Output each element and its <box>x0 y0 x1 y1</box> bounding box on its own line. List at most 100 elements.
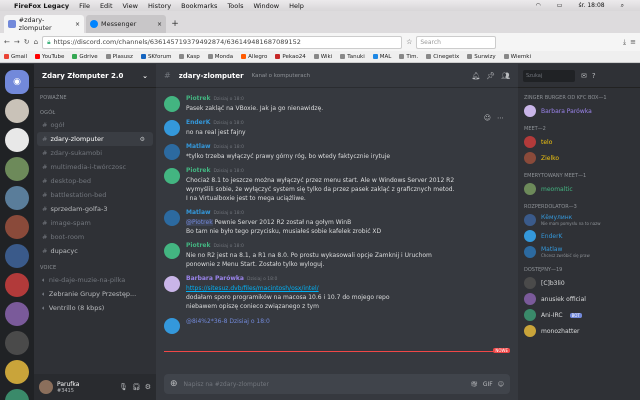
message-author[interactable]: Matlaw <box>186 143 211 150</box>
bookmark-item[interactable]: MAL <box>372 53 391 60</box>
menu-history[interactable]: History <box>148 2 171 10</box>
tab-messenger[interactable]: Messenger × <box>86 15 166 33</box>
server-icon[interactable] <box>5 99 29 123</box>
channel-item[interactable]: # desktop-bed <box>34 174 156 188</box>
bookmark-item[interactable]: YouTube <box>35 53 64 60</box>
voice-channel-item[interactable]: 🔈︎ nie-daje-muzie-na-pilka <box>34 273 156 287</box>
tab-discord[interactable]: #zdary-zlomputer × <box>4 15 84 33</box>
gift-icon[interactable]: 🎁︎ <box>470 381 478 388</box>
bookmark-item[interactable]: Tanuki <box>340 53 365 60</box>
bookmark-item[interactable]: Monda <box>207 53 233 60</box>
clock[interactable]: śr. 18:08 <box>578 2 604 10</box>
bookmark-item[interactable]: Kasp <box>179 53 200 60</box>
voice-channel-item[interactable]: 🔈︎ Zebranie Grupy Przestęp... <box>34 287 156 301</box>
server-icon[interactable] <box>5 128 29 152</box>
back-icon[interactable]: ← <box>4 38 10 46</box>
bookmark-item[interactable]: Wiemki <box>503 53 531 60</box>
message-author[interactable]: Barbara Parówka <box>186 275 244 282</box>
channel-item[interactable]: # battlestation-bed <box>34 188 156 202</box>
member-item[interactable]: Кёмулинк Nie mam pomysłu na to nazw <box>518 212 640 228</box>
message-author[interactable]: Piotrek <box>186 242 210 249</box>
message-author[interactable]: Piotrek <box>186 167 210 174</box>
notification-bell-icon[interactable]: 🔔︎ <box>471 72 480 80</box>
pin-icon[interactable]: 📌︎ <box>486 72 495 80</box>
message-author[interactable]: Matlaw <box>186 209 211 216</box>
server-header[interactable]: Zdary Złomputer 2.0 ⌄ <box>34 64 156 88</box>
upload-plus-icon[interactable]: ⊕ <box>170 379 178 389</box>
bookmark-item[interactable]: Plasusz <box>105 53 133 60</box>
url-field[interactable]: 🔒︎ https://discord.com/channels/63614571… <box>42 35 403 49</box>
category-ogol[interactable]: OGÓŁ <box>34 103 156 118</box>
avatar[interactable] <box>164 96 180 112</box>
menu-tools[interactable]: Tools <box>227 2 243 10</box>
settings-gear-icon[interactable]: ⚙ <box>140 136 145 143</box>
server-icon[interactable] <box>5 215 29 239</box>
close-tab-icon[interactable]: × <box>75 21 80 28</box>
message-author[interactable]: Piotrek <box>186 95 210 102</box>
avatar[interactable] <box>164 144 180 160</box>
bookmark-item[interactable]: Allegro <box>241 53 267 60</box>
channel-item[interactable]: # multimedia-i-twórczosc <box>34 160 156 174</box>
channel-item[interactable]: # ogół <box>34 118 156 132</box>
category-powazne[interactable]: POWAŻNE <box>34 88 156 103</box>
member-item[interactable]: Zielko <box>518 150 640 166</box>
menu-app[interactable]: FireFox Legacy <box>14 2 69 10</box>
member-item[interactable]: EnderK <box>518 228 640 244</box>
member-item[interactable]: Ani-IRC BOT <box>518 307 640 323</box>
battery-icon[interactable]: ▭ <box>557 2 563 10</box>
channel-item[interactable]: # zdary-sukamobi <box>34 146 156 160</box>
spotlight-icon[interactable]: ⌕ <box>621 2 624 10</box>
emoji-icon[interactable]: ☺ <box>498 381 504 388</box>
server-icon[interactable] <box>5 273 29 297</box>
channel-item[interactable]: # image-spam <box>34 216 156 230</box>
menu-view[interactable]: View <box>123 2 138 10</box>
bookmark-item[interactable]: SKforum <box>140 53 171 60</box>
member-item[interactable]: telo <box>518 134 640 150</box>
member-item[interactable]: [C]b3li0 <box>518 275 640 291</box>
server-icon[interactable] <box>5 302 29 326</box>
menu-file[interactable]: File <box>79 2 90 10</box>
bookmark-item[interactable]: Wiki <box>313 53 332 60</box>
bookmark-item[interactable]: Gdrive <box>72 53 98 60</box>
channel-item[interactable]: # boot-room <box>34 230 156 244</box>
member-item[interactable]: Matlaw Chcesz zwróbić się praw <box>518 244 640 260</box>
home-icon[interactable]: ⌂ <box>34 38 38 46</box>
avatar[interactable] <box>164 276 180 292</box>
menu-window[interactable]: Window <box>253 2 279 10</box>
bookmark-item[interactable]: Tim. <box>399 53 418 60</box>
close-tab-icon[interactable]: × <box>157 21 162 28</box>
gif-button[interactable]: GIF <box>483 381 493 388</box>
user-mention[interactable]: @Piotrek <box>186 219 213 226</box>
members-icon[interactable]: 👥︎ <box>501 72 510 80</box>
channel-item[interactable]: # dupacyc <box>34 244 156 258</box>
server-icon[interactable] <box>5 244 29 268</box>
bookmark-item[interactable]: Gmail <box>4 53 27 60</box>
message-author[interactable]: EnderK <box>186 119 210 126</box>
bookmark-item[interactable]: Pekao24 <box>275 53 306 60</box>
wifi-icon[interactable]: ◠ <box>536 2 541 10</box>
channel-item-active[interactable]: # zdary-zlomputer ⚙ <box>37 132 153 146</box>
help-icon[interactable]: ? <box>592 72 596 80</box>
channel-item[interactable]: # sprzedam-golfa-3 <box>34 202 156 216</box>
avatar[interactable] <box>39 380 53 394</box>
member-item[interactable]: meomaltic <box>518 181 640 197</box>
menu-bookmarks[interactable]: Bookmarks <box>181 2 217 10</box>
message-composer[interactable]: ⊕ Napisz na #zdary-zlomputer 🎁︎ GIF ☺ <box>164 374 510 394</box>
menu-hamburger-icon[interactable]: ≡ <box>630 38 636 46</box>
avatar[interactable] <box>164 120 180 136</box>
inbox-icon[interactable]: ✉ <box>581 72 587 80</box>
member-item[interactable]: anusiek official <box>518 291 640 307</box>
server-icon[interactable] <box>5 186 29 210</box>
downloads-icon[interactable]: ⤓ <box>623 38 626 47</box>
server-icon[interactable] <box>5 331 29 355</box>
avatar[interactable] <box>164 210 180 226</box>
search-input[interactable]: Szukaj <box>523 69 575 82</box>
microphone-icon[interactable]: 🎙︎ <box>119 383 128 391</box>
bookmark-star-icon[interactable]: ☆ <box>406 38 412 46</box>
forward-icon[interactable]: → <box>14 38 20 46</box>
more-options-icon[interactable]: ⋯ <box>497 114 504 122</box>
avatar[interactable] <box>164 243 180 259</box>
message-input[interactable]: Napisz na #zdary-zlomputer <box>184 381 465 388</box>
search-field[interactable]: Search <box>416 35 497 49</box>
channel-topic[interactable]: Kanał o komputerach <box>252 73 311 79</box>
